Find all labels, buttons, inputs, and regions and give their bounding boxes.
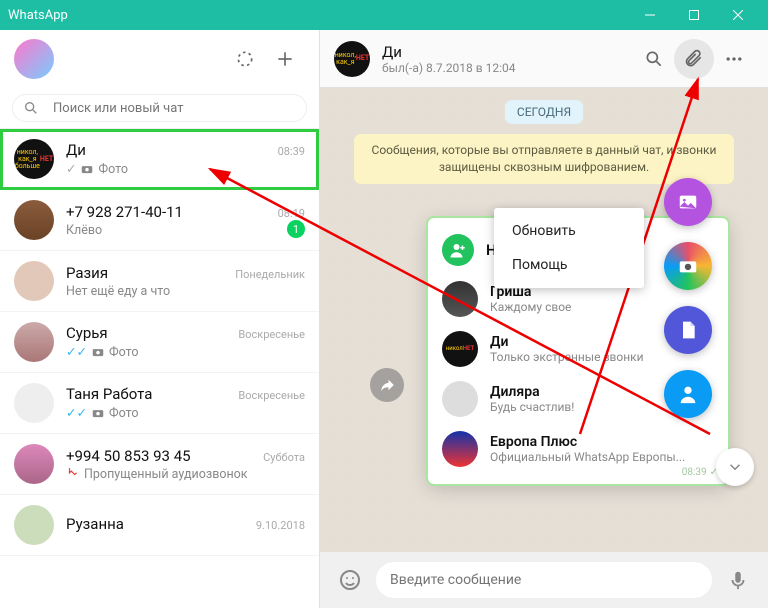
avatar: николНЕТ xyxy=(442,331,478,367)
tick-icon: ✓ xyxy=(66,161,76,177)
add-contact-icon[interactable] xyxy=(442,234,474,266)
chat-time: Воскресенье xyxy=(238,328,305,341)
chat-item-surya[interactable]: Сурья Воскресенье ✓✓ Фото xyxy=(0,312,319,373)
camera-icon xyxy=(91,345,105,359)
encryption-notice: Сообщения, которые вы отправляете в данн… xyxy=(354,134,734,184)
search-input[interactable] xyxy=(53,101,296,116)
chat-name: Ди xyxy=(66,141,270,159)
forward-icon[interactable] xyxy=(370,368,404,402)
day-chip: СЕГОДНЯ xyxy=(505,100,583,124)
missed-call-icon xyxy=(66,467,80,481)
chat-name: Таня Работа xyxy=(66,385,230,403)
new-chat-icon[interactable] xyxy=(265,39,305,79)
search-icon xyxy=(23,100,39,116)
chat-preview: ✓ Фото xyxy=(66,161,305,177)
fab-camera[interactable] xyxy=(664,242,712,290)
chat-name: +994 50 853 93 45 xyxy=(66,447,255,465)
chat-item-phone1[interactable]: +7 928 271-40-11 08:19 Клёво 1 xyxy=(0,190,319,251)
avatar xyxy=(14,261,54,301)
status-icon[interactable] xyxy=(225,39,265,79)
compose-bar xyxy=(320,552,768,608)
chat-item-di[interactable]: никол,как_ябольшеНЕТ Ди 08:39 ✓ Фото xyxy=(0,129,319,190)
fab-document[interactable] xyxy=(664,306,712,354)
menu-icon[interactable] xyxy=(714,39,754,79)
scroll-to-bottom-button[interactable] xyxy=(716,448,754,486)
menu-item-refresh[interactable]: Обновить xyxy=(494,214,644,248)
chat-name: Сурья xyxy=(66,324,230,342)
window-minimize-button[interactable] xyxy=(628,0,672,30)
avatar xyxy=(14,322,54,362)
chat-item-phone2[interactable]: +994 50 853 93 45 Суббота Пропущенный ауд… xyxy=(0,434,319,495)
conversation-header: никол,как_яНЕТ Ди был(-а) 8.7.2018 в 12:… xyxy=(320,30,768,88)
chat-time: Воскресенье xyxy=(238,389,305,402)
chat-name: +7 928 271-40-11 xyxy=(66,203,270,221)
menu-item-help[interactable]: Помощь xyxy=(494,248,644,282)
avatar xyxy=(442,381,478,417)
my-avatar[interactable] xyxy=(14,39,54,79)
avatar: никол,как_ябольшеНЕТ xyxy=(14,139,54,179)
window-maximize-button[interactable] xyxy=(672,0,716,30)
avatar xyxy=(14,200,54,240)
fab-contact[interactable] xyxy=(664,370,712,418)
conversation-pane: никол,как_яНЕТ Ди был(-а) 8.7.2018 в 12:… xyxy=(320,30,768,608)
sidebar: никол,как_ябольшеНЕТ Ди 08:39 ✓ Фото +7 9… xyxy=(0,30,320,608)
chat-area: СЕГОДНЯ Сообщения, которые вы отправляет… xyxy=(320,88,768,552)
avatar xyxy=(14,383,54,423)
chat-item-tanya[interactable]: Таня Работа Воскресенье ✓✓ Фото xyxy=(0,373,319,434)
fab-gallery[interactable] xyxy=(664,178,712,226)
chat-time: 9.10.2018 xyxy=(256,519,305,532)
chat-time: Суббота xyxy=(263,451,305,464)
message-time: 08:39 ✓ xyxy=(682,467,718,478)
conversation-avatar[interactable]: никол,как_яНЕТ xyxy=(334,41,370,77)
emoji-icon[interactable] xyxy=(332,562,368,598)
chat-item-ruzanna[interactable]: Рузанна 9.10.2018 xyxy=(0,495,319,556)
conversation-last-seen: был(-а) 8.7.2018 в 12:04 xyxy=(382,61,634,75)
chat-time: Понедельник xyxy=(235,268,305,281)
chat-name: Разия xyxy=(66,264,227,282)
camera-icon xyxy=(80,162,94,176)
app-title: WhatsApp xyxy=(8,8,68,23)
chat-name: Рузанна xyxy=(66,515,248,533)
chat-preview: Нет ещё еду а что xyxy=(66,284,305,299)
chat-preview: Пропущенный аудиозвонок xyxy=(66,467,305,482)
double-tick-icon: ✓✓ xyxy=(66,405,87,421)
search-row xyxy=(0,88,319,129)
camera-icon xyxy=(91,406,105,420)
attach-icon[interactable] xyxy=(674,39,714,79)
unread-badge: 1 xyxy=(287,220,305,238)
double-tick-icon: ✓✓ xyxy=(66,344,87,360)
window-close-button[interactable] xyxy=(716,0,760,30)
chat-preview: ✓✓ Фото xyxy=(66,344,305,360)
chat-time: 08:19 xyxy=(278,207,305,220)
chat-item-raziya[interactable]: Разия Понедельник Нет ещё еду а что xyxy=(0,251,319,312)
chat-time: 08:39 xyxy=(278,145,305,158)
avatar xyxy=(14,444,54,484)
sidebar-header xyxy=(0,30,319,88)
search-box[interactable] xyxy=(12,94,307,122)
chat-preview: Клёво xyxy=(66,223,305,238)
voice-record-icon[interactable] xyxy=(720,562,756,598)
avatar xyxy=(442,431,478,467)
window-titlebar: WhatsApp xyxy=(0,0,768,30)
chat-preview: ✓✓ Фото xyxy=(66,405,305,421)
dropdown-menu: Обновить Помощь xyxy=(494,208,644,288)
message-input[interactable] xyxy=(376,562,712,598)
attachment-fabs xyxy=(664,178,712,418)
conversation-name: Ди xyxy=(382,43,634,61)
avatar xyxy=(442,281,478,317)
search-in-chat-icon[interactable] xyxy=(634,39,674,79)
chat-list[interactable]: никол,как_ябольшеНЕТ Ди 08:39 ✓ Фото +7 9… xyxy=(0,129,319,608)
avatar xyxy=(14,505,54,545)
